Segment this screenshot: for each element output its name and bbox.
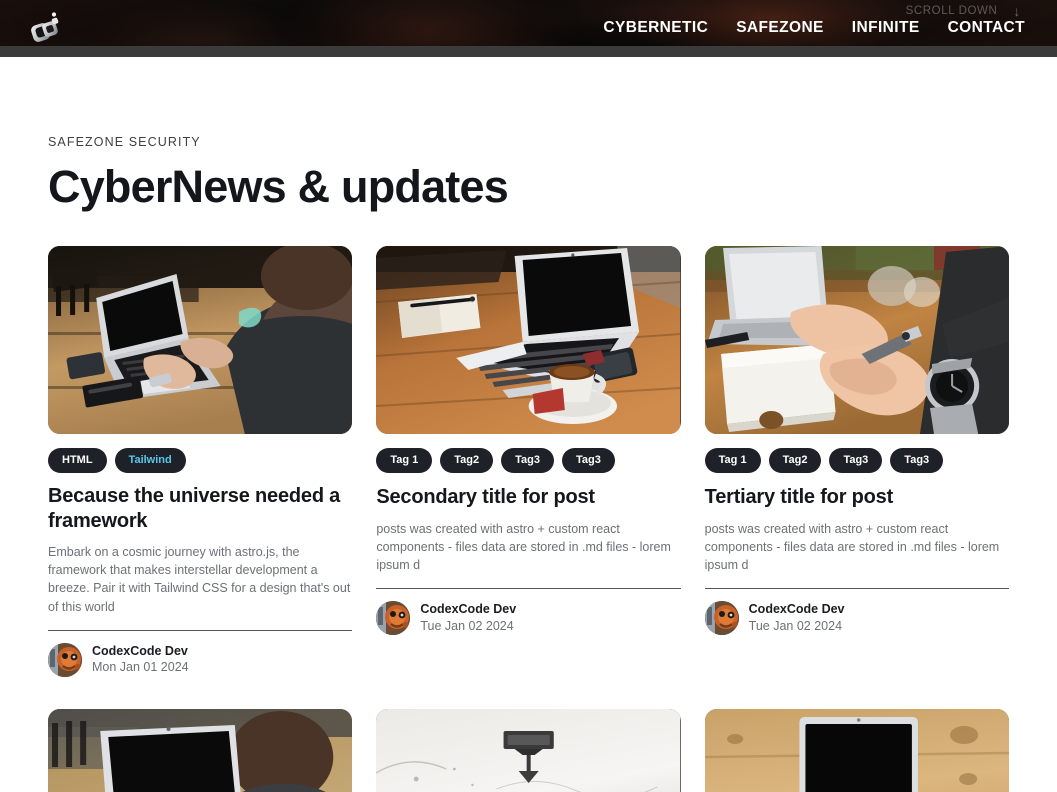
- tag-list: HTML Tailwind: [48, 448, 352, 474]
- post-author: CodexCode Dev: [92, 643, 188, 658]
- tag-pill[interactable]: Tag2: [768, 448, 822, 474]
- tag-pill[interactable]: Tag3: [501, 448, 554, 474]
- avatar: [48, 642, 82, 677]
- post-excerpt: Embark on a cosmic journey with astro.js…: [48, 545, 351, 614]
- hands-writing-with-pen-photo[interactable]: [704, 246, 1009, 435]
- post-card-grid: HTML Tailwind Because the universe neede…: [48, 246, 1009, 792]
- post-card[interactable]: [48, 708, 353, 792]
- post-excerpt: posts was created with astro + custom re…: [704, 521, 1000, 573]
- post-excerpt: posts was created with astro + custom re…: [376, 521, 671, 573]
- post-title[interactable]: Secondary title for post: [376, 485, 680, 509]
- post-card[interactable]: Tag 1 Tag2 Tag3 Tag3 Secondary title for…: [376, 246, 681, 676]
- site-header: SCROLL DOWN ↓ CYBERNETIC SAFEZONE INFINI…: [0, 0, 1057, 57]
- tag-pill[interactable]: Tag3: [561, 448, 615, 474]
- scroll-down-label: SCROLL DOWN: [905, 5, 998, 17]
- divider: [704, 588, 1009, 590]
- nav-item-cybernetic[interactable]: CYBERNETIC: [603, 19, 708, 37]
- tag-list: Tag 1 Tag2 Tag3 Tag3: [704, 448, 1009, 474]
- avatar: [376, 601, 411, 636]
- divider: [48, 629, 353, 631]
- post-author: CodexCode Dev: [748, 602, 845, 617]
- post-meta: CodexCode Dev Tue Jan 02 2024: [376, 601, 680, 636]
- tag-pill[interactable]: Tailwind: [114, 448, 186, 474]
- post-meta: CodexCode Dev Tue Jan 02 2024: [704, 601, 1009, 636]
- main-navigation: CYBERNETIC SAFEZONE INFINITE CONTACT: [603, 19, 1025, 37]
- tag-list: Tag 1 Tag2 Tag3 Tag3: [376, 448, 680, 474]
- tag-pill[interactable]: Tag 1: [376, 448, 433, 474]
- tag-pill[interactable]: Tag2: [440, 448, 494, 474]
- page-eyebrow: SAFEZONE SECURITY: [48, 135, 201, 149]
- person-at-laptop-wooden-desk-photo[interactable]: [48, 708, 353, 792]
- post-title[interactable]: Because the universe needed a framework: [48, 484, 352, 533]
- divider: [376, 588, 681, 590]
- avatar: [704, 601, 739, 636]
- nav-item-infinite[interactable]: INFINITE: [852, 19, 920, 37]
- scroll-down-hint: SCROLL DOWN ↓: [906, 4, 1021, 18]
- tag-pill[interactable]: Tag3: [829, 448, 883, 474]
- post-date: Mon Jan 01 2024: [92, 660, 189, 675]
- header-bottom-band: [0, 46, 1057, 57]
- person-typing-on-laptop-photo[interactable]: [48, 246, 353, 435]
- overhead-laptop-on-wood-photo[interactable]: [704, 708, 1009, 792]
- laptop-coffee-notebook-photo[interactable]: [376, 246, 681, 435]
- white-textured-wall-photo[interactable]: [376, 708, 681, 792]
- post-card[interactable]: [704, 708, 1009, 792]
- arrow-down-icon: ↓: [1013, 3, 1021, 19]
- page-title: CyberNews & updates: [48, 161, 509, 212]
- cybernetic-logo[interactable]: [26, 10, 70, 50]
- tag-pill[interactable]: Tag3: [890, 448, 944, 474]
- post-card[interactable]: [376, 708, 681, 792]
- page-content: SAFEZONE SECURITY CyberNews & updates HT…: [0, 135, 1057, 792]
- nav-item-contact[interactable]: CONTACT: [948, 19, 1025, 37]
- nav-item-safezone[interactable]: SAFEZONE: [736, 19, 824, 37]
- tag-pill[interactable]: HTML: [48, 448, 107, 474]
- post-date: Tue Jan 02 2024: [748, 618, 843, 633]
- tag-pill[interactable]: Tag 1: [704, 448, 761, 474]
- post-meta: CodexCode Dev Mon Jan 01 2024: [48, 642, 352, 677]
- post-card[interactable]: Tag 1 Tag2 Tag3 Tag3 Tertiary title for …: [704, 246, 1009, 676]
- post-card[interactable]: HTML Tailwind Because the universe neede…: [48, 246, 353, 677]
- post-author: CodexCode Dev: [420, 602, 517, 617]
- post-date: Tue Jan 02 2024: [420, 618, 514, 633]
- post-title[interactable]: Tertiary title for post: [705, 485, 1009, 509]
